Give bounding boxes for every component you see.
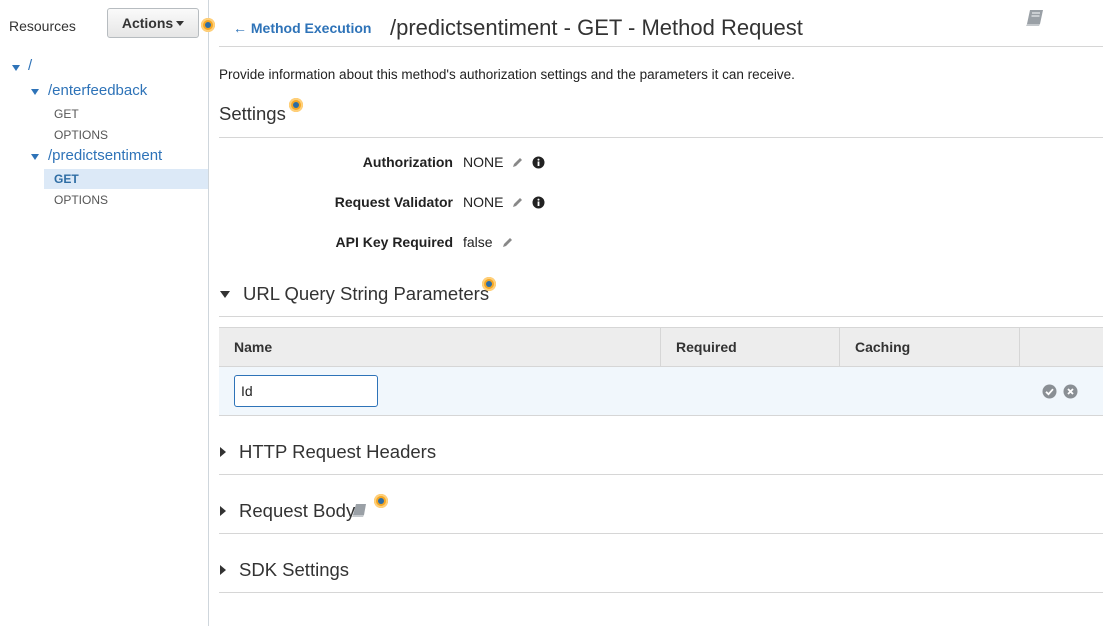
authorization-label: Authorization — [362, 154, 453, 170]
tree-item-predictsentiment[interactable]: /predictsentiment — [48, 147, 162, 164]
confirm-check-icon[interactable] — [1042, 384, 1057, 399]
column-header-required: Required — [661, 328, 840, 367]
info-icon[interactable] — [532, 196, 545, 209]
book-icon[interactable] — [352, 503, 368, 518]
settings-divider — [219, 137, 1103, 138]
query-params-table: Name Required Caching — [219, 327, 1103, 416]
book-icon[interactable] — [1025, 8, 1047, 28]
api-key-required-value-text: false — [463, 234, 493, 250]
tree-method-options[interactable]: OPTIONS — [54, 128, 108, 142]
tree-collapse-icon[interactable] — [12, 65, 20, 71]
request-body-heading[interactable]: Request Body — [239, 500, 355, 522]
query-params-divider — [219, 316, 1103, 317]
resources-label: Resources — [9, 18, 76, 34]
resources-sidebar: Resources Actions / /enterfeedback GET O… — [0, 0, 215, 626]
authorization-value: NONE — [463, 154, 545, 170]
pencil-icon[interactable] — [511, 156, 524, 169]
tree-collapse-icon[interactable] — [31, 154, 39, 160]
column-header-caching: Caching — [840, 328, 1020, 367]
api-key-required-value: false — [463, 234, 514, 250]
method-execution-link[interactable]: ← Method Execution — [233, 20, 371, 36]
tree-method-options[interactable]: OPTIONS — [54, 193, 108, 207]
cancel-x-icon[interactable] — [1063, 384, 1078, 399]
back-link-label: Method Execution — [250, 20, 372, 36]
sdk-divider — [219, 592, 1103, 593]
body-divider — [219, 533, 1103, 534]
query-params-heading[interactable]: URL Query String Parameters — [243, 283, 489, 305]
section-collapsed-icon[interactable] — [220, 447, 226, 457]
pencil-icon[interactable] — [501, 236, 514, 249]
request-validator-label: Request Validator — [334, 194, 453, 210]
tree-collapse-icon[interactable] — [31, 89, 39, 95]
section-expanded-icon[interactable] — [220, 291, 230, 298]
tree-item-root[interactable]: / — [28, 57, 32, 74]
caret-down-icon — [176, 20, 185, 26]
pencil-icon[interactable] — [511, 196, 524, 209]
request-validator-value: NONE — [463, 194, 545, 210]
help-hotspot-icon[interactable] — [201, 18, 215, 32]
param-name-input[interactable] — [234, 375, 378, 407]
section-collapsed-icon[interactable] — [220, 565, 226, 575]
table-header: Name Required Caching — [219, 327, 1103, 367]
tree-item-enterfeedback[interactable]: /enterfeedback — [48, 82, 147, 99]
request-validator-value-text: NONE — [463, 194, 504, 210]
column-header-name: Name — [219, 328, 661, 367]
help-hotspot-icon[interactable] — [482, 277, 496, 291]
actions-button[interactable]: Actions — [107, 8, 199, 38]
info-icon[interactable] — [532, 156, 545, 169]
actions-button-label: Actions — [121, 15, 174, 31]
http-request-headers-heading[interactable]: HTTP Request Headers — [239, 441, 436, 463]
help-hotspot-icon[interactable] — [374, 494, 388, 508]
authorization-value-text: NONE — [463, 154, 504, 170]
sdk-settings-heading[interactable]: SDK Settings — [239, 559, 349, 581]
section-collapsed-icon[interactable] — [220, 506, 226, 516]
method-request-panel: ← Method Execution /predictsentiment - G… — [219, 0, 1103, 626]
headers-divider — [219, 474, 1103, 475]
help-hotspot-icon[interactable] — [289, 98, 303, 112]
tree-selected-row[interactable]: GET — [44, 169, 208, 189]
page-description: Provide information about this method's … — [219, 67, 795, 82]
arrow-left-icon: ← — [233, 20, 247, 36]
tree-method-get-selected[interactable]: GET — [54, 172, 79, 186]
tree-method-get[interactable]: GET — [54, 107, 79, 121]
settings-heading: Settings — [219, 103, 286, 124]
title-divider — [219, 46, 1103, 47]
api-key-required-label: API Key Required — [335, 234, 453, 250]
page-title: /predictsentiment - GET - Method Request — [390, 15, 803, 40]
table-row — [219, 367, 1103, 416]
